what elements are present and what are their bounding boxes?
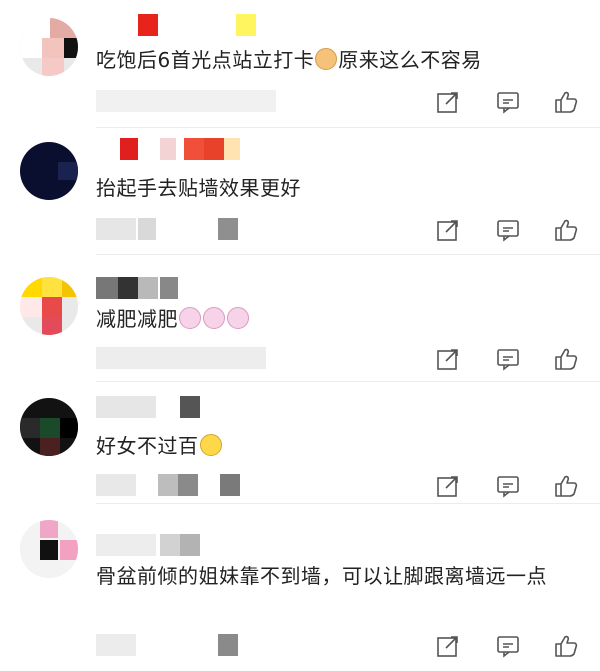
share-button[interactable] [430, 84, 466, 120]
comment-item-4: 好女不过百 [0, 382, 600, 504]
like-icon [555, 91, 578, 113]
like-button[interactable] [548, 341, 584, 377]
cat-face-emoji [315, 48, 338, 70]
comment-item-2: 抬起手去贴墙效果更好 [0, 128, 600, 255]
comment-text: 骨盆前倾的姐妹靠不到墙，可以让脚跟离墙远一点 [96, 564, 547, 588]
bunny-face-emoji [179, 307, 201, 329]
reply-icon [497, 220, 519, 242]
laughing-face-emoji [199, 434, 222, 456]
bunny-face-emoji [203, 307, 225, 329]
reply-icon [497, 476, 519, 498]
comment-text: 抬起手去贴墙效果更好 [96, 176, 301, 200]
comment-actions [430, 468, 600, 504]
reply-icon [497, 349, 519, 371]
comment-actions [430, 84, 600, 120]
avatar[interactable] [20, 142, 78, 200]
like-icon [555, 635, 578, 657]
share-button[interactable] [430, 628, 466, 664]
reply-button[interactable] [490, 628, 526, 664]
reply-icon [497, 92, 519, 114]
comment-text: 减肥减肥 [96, 303, 570, 335]
share-icon [437, 349, 458, 370]
share-button[interactable] [430, 212, 466, 248]
comment-item-3: 减肥减肥 [0, 255, 600, 382]
comment-item-5: 骨盆前倾的姐妹靠不到墙，可以让脚跟离墙远一点 [0, 504, 600, 671]
like-button[interactable] [548, 628, 584, 664]
reply-icon [497, 636, 519, 658]
avatar[interactable] [20, 18, 78, 76]
comment-text: 好女不过百 [96, 430, 570, 462]
like-button[interactable] [548, 212, 584, 248]
avatar[interactable] [20, 398, 78, 456]
reply-button[interactable] [490, 468, 526, 504]
comment-actions [430, 212, 600, 248]
reply-button[interactable] [490, 212, 526, 248]
share-button[interactable] [430, 468, 466, 504]
avatar[interactable] [20, 277, 78, 335]
share-icon [437, 220, 458, 241]
reply-button[interactable] [490, 84, 526, 120]
comment-text: 吃饱后6首光点站立打卡 原来这么不容易 [96, 48, 482, 72]
share-icon [437, 636, 458, 657]
share-icon [437, 92, 458, 113]
avatar[interactable] [20, 520, 78, 578]
share-button[interactable] [430, 341, 466, 377]
like-icon [555, 348, 578, 370]
comment-item-1: 吃饱后6首光点站立打卡 原来这么不容易 [0, 0, 600, 128]
bunny-face-emoji [227, 307, 249, 329]
share-icon [437, 476, 458, 497]
like-button[interactable] [548, 468, 584, 504]
comment-actions [430, 341, 600, 377]
reply-button[interactable] [490, 341, 526, 377]
comment-actions [430, 628, 600, 664]
like-button[interactable] [548, 84, 584, 120]
like-icon [555, 219, 578, 241]
like-icon [555, 475, 578, 497]
